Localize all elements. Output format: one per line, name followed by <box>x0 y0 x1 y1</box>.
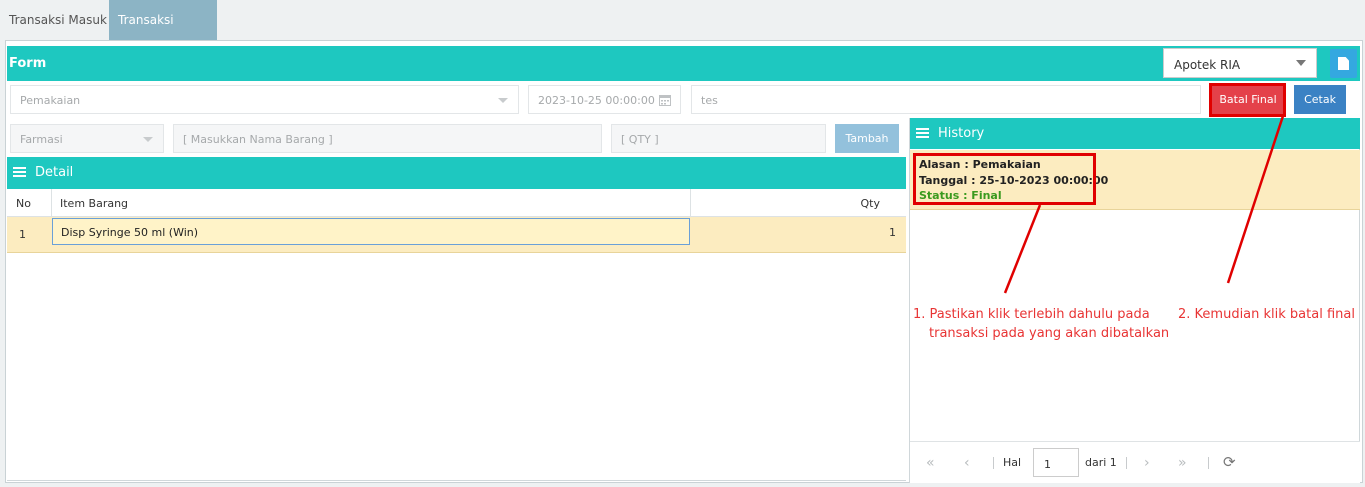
annotation-note-1: 1. Pastikan klik terlebih dahulu pada tr… <box>913 307 1170 341</box>
annotation-arrows <box>1003 115 1285 294</box>
annotation-note-2: 2. Kemudian klik batal final <box>1178 307 1355 322</box>
